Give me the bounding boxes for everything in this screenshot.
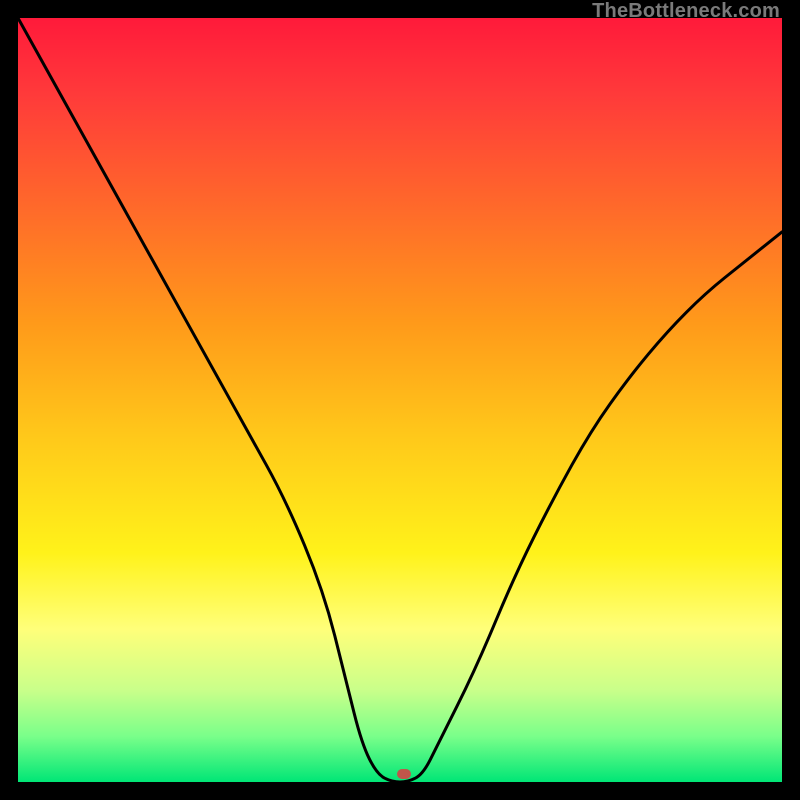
- optimum-marker: [397, 769, 411, 779]
- watermark-text: TheBottleneck.com: [592, 0, 780, 23]
- chart-frame: TheBottleneck.com: [0, 0, 800, 800]
- bottleneck-curve: [18, 18, 782, 782]
